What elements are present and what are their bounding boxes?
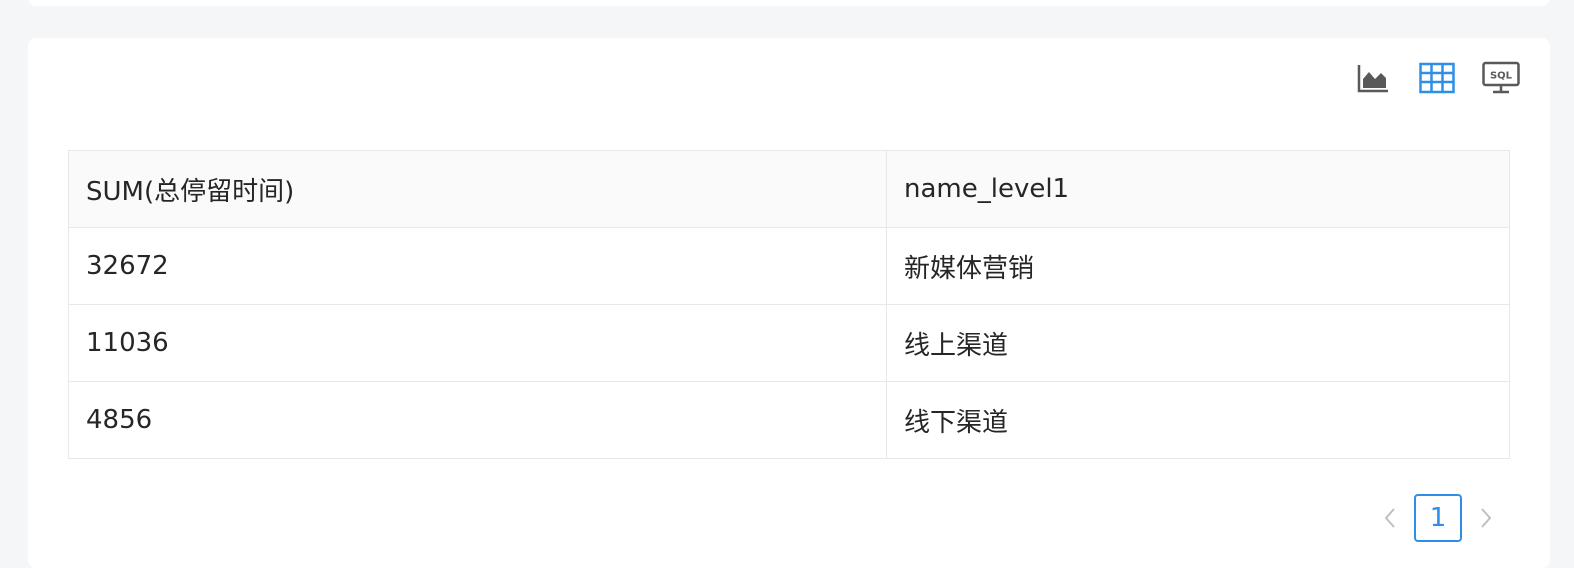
view-toolbar: SQL xyxy=(1354,60,1520,96)
table-row: 32672 新媒体营销 xyxy=(68,227,1510,305)
table-icon xyxy=(1419,62,1455,94)
sql-icon: SQL xyxy=(1482,61,1520,94)
table-cell-name-level1: 线上渠道 xyxy=(886,304,1510,382)
chevron-right-icon xyxy=(1481,508,1492,528)
table-cell-sum: 11036 xyxy=(68,304,887,382)
page-number-button[interactable]: 1 xyxy=(1414,494,1462,542)
sql-view-button[interactable]: SQL xyxy=(1482,60,1520,96)
next-page-button[interactable] xyxy=(1470,495,1502,541)
table-cell-sum: 32672 xyxy=(68,227,887,305)
prev-page-button[interactable] xyxy=(1374,495,1406,541)
column-header-name-level1[interactable]: name_level1 xyxy=(886,150,1510,228)
area-chart-icon xyxy=(1357,65,1388,93)
pagination: 1 xyxy=(1374,494,1502,542)
chart-view-button[interactable] xyxy=(1354,60,1392,96)
previous-card xyxy=(28,0,1550,6)
table-row: 11036 线上渠道 xyxy=(68,304,1510,382)
column-header-sum[interactable]: SUM(总停留时间) xyxy=(68,150,887,228)
table-cell-sum: 4856 xyxy=(68,381,887,459)
table-row: 4856 线下渠道 xyxy=(68,381,1510,459)
chevron-left-icon xyxy=(1384,508,1395,528)
table-header-row: SUM(总停留时间) name_level1 xyxy=(68,150,1510,228)
table-view-button[interactable] xyxy=(1418,60,1456,96)
table-cell-name-level1: 新媒体营销 xyxy=(886,227,1510,305)
sql-icon-label: SQL xyxy=(1490,71,1513,82)
table-cell-name-level1: 线下渠道 xyxy=(886,381,1510,459)
result-table: SUM(总停留时间) name_level1 32672 新媒体营销 11036… xyxy=(68,150,1510,459)
